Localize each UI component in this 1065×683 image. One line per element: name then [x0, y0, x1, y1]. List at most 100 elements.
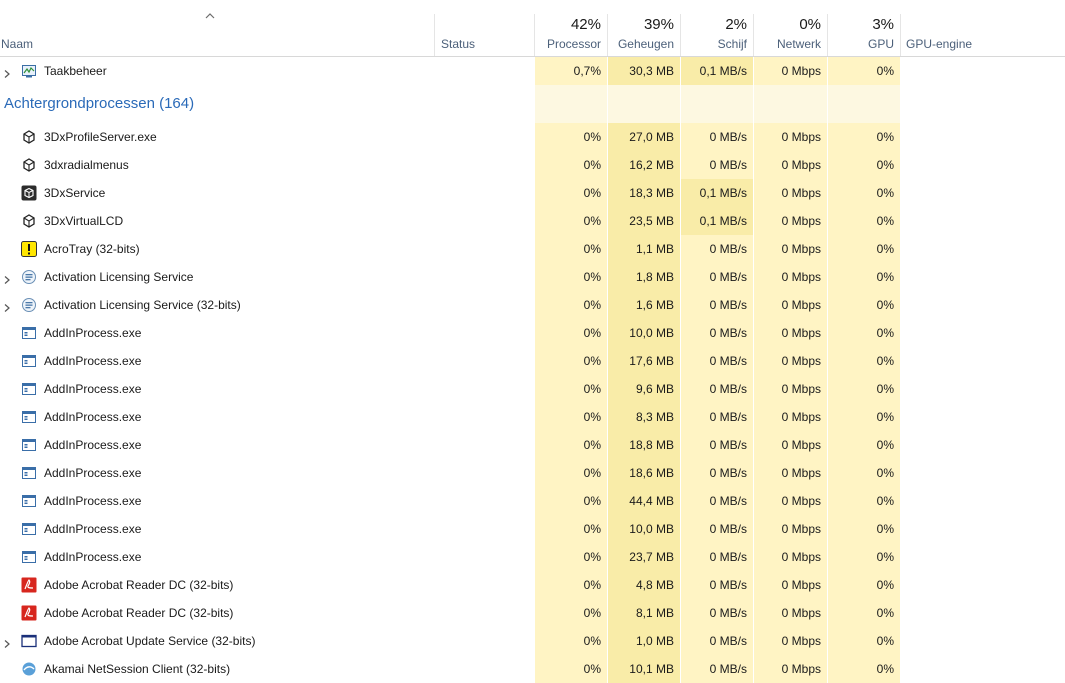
- process-net-value: 0 Mbps: [781, 326, 821, 340]
- app-window-icon: [21, 381, 37, 397]
- process-name: AcroTray (32-bits): [44, 242, 140, 256]
- acrobat-reader-icon: [21, 577, 37, 593]
- process-row[interactable]: 3DxVirtualLCD 0% 23,5 MB 0,1 MB/s 0 Mbps 0%: [0, 207, 1065, 235]
- column-header-network[interactable]: 0% Netwerk: [754, 14, 827, 56]
- app-window-icon: [21, 521, 37, 537]
- expand-chevron-icon[interactable]: [2, 272, 12, 284]
- process-name: AddInProcess.exe: [44, 438, 142, 452]
- group-title: Achtergrondprocessen (164): [4, 95, 195, 112]
- group-header-background-processes[interactable]: Achtergrondprocessen (164): [0, 85, 1065, 123]
- process-mem-value: 1,6 MB: [635, 298, 674, 312]
- process-gpu-value: 0%: [876, 242, 894, 256]
- expand-chevron-icon[interactable]: [2, 66, 12, 78]
- network-label: Netwerk: [776, 37, 821, 51]
- process-mem-value: 44,4 MB: [629, 494, 674, 508]
- process-row[interactable]: Adobe Acrobat Reader DC (32-bits) 0% 4,8 M…: [0, 571, 1065, 599]
- process-name: AddInProcess.exe: [44, 550, 142, 564]
- process-cpu-value: 0%: [583, 158, 601, 172]
- process-mem-value: 1,0 MB: [635, 634, 674, 648]
- process-gpu-value: 0%: [876, 270, 894, 284]
- process-net-value: 0 Mbps: [781, 438, 821, 452]
- process-row[interactable]: Activation Licensing Service 0% 1,8 MB 0 MB…: [0, 263, 1065, 291]
- process-cpu-value: 0%: [583, 242, 601, 256]
- process-net-value: 0 Mbps: [781, 270, 821, 284]
- process-row[interactable]: AddInProcess.exe 0% 23,7 MB 0 MB/s 0 Mbps 0%: [0, 543, 1065, 571]
- app-window-icon: [21, 465, 37, 481]
- process-gpu-value: 0%: [876, 214, 894, 228]
- column-header-disk[interactable]: 2% Schijf: [681, 14, 753, 56]
- process-disk-value: 0,1 MB/s: [699, 214, 747, 228]
- process-row[interactable]: Adobe Acrobat Update Service (32-bits) 0%…: [0, 627, 1065, 655]
- process-row[interactable]: Taakbeheer 0,7% 30,3 MB 0,1 MB/s 0 Mbps 0%: [0, 57, 1065, 85]
- process-name: Adobe Acrobat Reader DC (32-bits): [44, 606, 234, 620]
- process-name: Akamai NetSession Client (32-bits): [44, 662, 231, 676]
- expand-chevron-icon[interactable]: [2, 300, 12, 312]
- process-mem-value: 10,1 MB: [629, 662, 674, 676]
- process-mem-value: 17,6 MB: [629, 354, 674, 368]
- group-cell-background: [828, 85, 900, 123]
- process-row[interactable]: AddInProcess.exe 0% 44,4 MB 0 MB/s 0 Mbps 0%: [0, 487, 1065, 515]
- process-mem-value: 27,0 MB: [629, 130, 674, 144]
- process-net-value: 0 Mbps: [781, 382, 821, 396]
- group-cell-background: [535, 85, 607, 123]
- process-cpu-value: 0%: [583, 214, 601, 228]
- 3dx-icon: [21, 129, 37, 145]
- column-header-gpu[interactable]: 3% GPU: [828, 14, 900, 56]
- column-header-processor[interactable]: 42% Processor: [535, 14, 607, 56]
- process-disk-value: 0 MB/s: [709, 550, 747, 564]
- acrobat-reader-icon: [21, 605, 37, 621]
- processor-total-percent: 42%: [570, 16, 601, 33]
- process-mem-value: 4,8 MB: [635, 578, 674, 592]
- process-gpu-value: 0%: [876, 578, 894, 592]
- process-row[interactable]: AddInProcess.exe 0% 18,8 MB 0 MB/s 0 Mbps 0%: [0, 431, 1065, 459]
- process-row[interactable]: AddInProcess.exe 0% 17,6 MB 0 MB/s 0 Mbps 0%: [0, 347, 1065, 375]
- process-name: 3DxProfileServer.exe: [44, 130, 157, 144]
- process-disk-value: 0 MB/s: [709, 298, 747, 312]
- process-row[interactable]: AcroTray (32-bits) 0% 1,1 MB 0 MB/s 0 Mbps 0%: [0, 235, 1065, 263]
- processor-label: Processor: [546, 37, 601, 51]
- 3dx-service-icon: [21, 185, 37, 201]
- column-header-memory[interactable]: 39% Geheugen: [608, 14, 680, 56]
- process-row[interactable]: AddInProcess.exe 0% 10,0 MB 0 MB/s 0 Mbps 0%: [0, 319, 1065, 347]
- acrotray-icon: [21, 241, 37, 257]
- app-window-icon: [21, 325, 37, 341]
- process-row[interactable]: 3dxradialmenus 0% 16,2 MB 0 MB/s 0 Mbps 0%: [0, 151, 1065, 179]
- process-row[interactable]: AddInProcess.exe 0% 18,6 MB 0 MB/s 0 Mbps 0%: [0, 459, 1065, 487]
- process-name: AddInProcess.exe: [44, 354, 142, 368]
- app-window-icon: [21, 493, 37, 509]
- process-row[interactable]: Akamai NetSession Client (32-bits) 0% 10,1…: [0, 655, 1065, 683]
- process-row[interactable]: 3DxProfileServer.exe 0% 27,0 MB 0 MB/s 0 Mbp…: [0, 123, 1065, 151]
- process-row[interactable]: AddInProcess.exe 0% 10,0 MB 0 MB/s 0 Mbps 0%: [0, 515, 1065, 543]
- sort-ascending-icon: [205, 13, 215, 19]
- process-row[interactable]: Adobe Acrobat Reader DC (32-bits) 0% 8,1 M…: [0, 599, 1065, 627]
- column-divider[interactable]: [434, 14, 435, 56]
- gpu-total-percent: 3%: [872, 16, 894, 33]
- app-window-icon: [21, 353, 37, 369]
- memory-total-percent: 39%: [643, 16, 674, 33]
- column-header-name[interactable]: Naam: [1, 37, 33, 51]
- process-gpu-value: 0%: [876, 298, 894, 312]
- process-gpu-value: 0%: [876, 186, 894, 200]
- process-row[interactable]: Activation Licensing Service (32-bits) 0%…: [0, 291, 1065, 319]
- expand-chevron-icon[interactable]: [2, 636, 12, 648]
- process-list: Taakbeheer 0,7% 30,3 MB 0,1 MB/s 0 Mbps 0% Ach…: [0, 57, 1065, 683]
- process-mem-value: 18,8 MB: [629, 438, 674, 452]
- process-name: AddInProcess.exe: [44, 326, 142, 340]
- column-divider[interactable]: [900, 14, 901, 56]
- gpu-label: GPU: [867, 37, 894, 51]
- process-row[interactable]: AddInProcess.exe 0% 8,3 MB 0 MB/s 0 Mbps 0%: [0, 403, 1065, 431]
- process-row[interactable]: AddInProcess.exe 0% 9,6 MB 0 MB/s 0 Mbps 0%: [0, 375, 1065, 403]
- process-gpu-value: 0%: [876, 326, 894, 340]
- process-disk-value: 0 MB/s: [709, 382, 747, 396]
- process-cpu-value: 0%: [583, 270, 601, 284]
- process-gpu-value: 0%: [876, 130, 894, 144]
- process-mem-value: 23,7 MB: [629, 550, 674, 564]
- memory-label: Geheugen: [617, 37, 674, 51]
- process-disk-value: 0 MB/s: [709, 438, 747, 452]
- task-manager-icon: [21, 63, 37, 79]
- column-header-status[interactable]: Status: [441, 37, 475, 51]
- process-net-value: 0 Mbps: [781, 578, 821, 592]
- process-row[interactable]: 3DxService 0% 18,3 MB 0,1 MB/s 0 Mbps 0%: [0, 179, 1065, 207]
- process-cpu-value: 0%: [583, 354, 601, 368]
- column-header-gpu-engine[interactable]: GPU-engine: [906, 37, 972, 51]
